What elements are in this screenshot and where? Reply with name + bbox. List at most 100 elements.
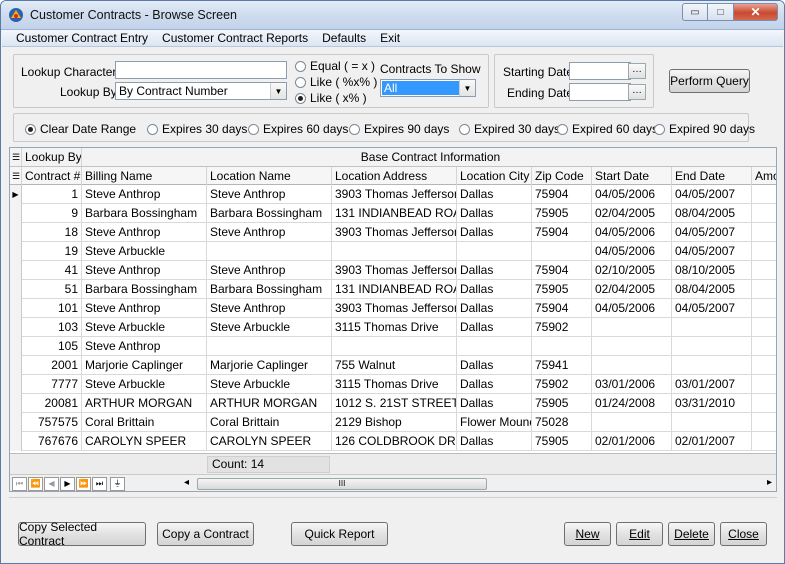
cell-start-date[interactable]: 04/05/2006 <box>592 223 672 242</box>
cell-end-date[interactable]: 08/04/2005 <box>672 280 752 299</box>
table-row[interactable]: 20081 ARTHUR MORGAN ARTHUR MORGAN 1012 S. 2… <box>10 394 776 413</box>
cell-end-date[interactable]: 04/05/2007 <box>672 185 752 204</box>
table-row[interactable]: 41 Steve Anthrop Steve Anthrop 3903 Thomas … <box>10 261 776 280</box>
cell-location-city[interactable]: Dallas <box>457 280 532 299</box>
close-button[interactable]: Close <box>720 522 767 546</box>
row-selector[interactable] <box>10 261 22 280</box>
ending-date-input[interactable] <box>569 83 631 101</box>
cell-end-date[interactable]: 02/01/2007 <box>672 432 752 451</box>
minimize-button[interactable]: ▭ <box>682 3 708 21</box>
cell-location-name[interactable]: ARTHUR MORGAN <box>207 394 332 413</box>
cell-billing-name[interactable]: Barbara Bossingham <box>82 280 207 299</box>
row-selector[interactable] <box>10 337 22 356</box>
perform-query-button[interactable]: Perform Query <box>669 69 750 93</box>
cell-location-name[interactable]: Steve Anthrop <box>207 299 332 318</box>
cell-billing-name[interactable]: Coral Brittain <box>82 413 207 432</box>
table-row[interactable]: 19 Steve Arbuckle 04/05/2006 04/05/2007 <box>10 242 776 261</box>
quick-report-button[interactable]: Quick Report <box>291 522 388 546</box>
column-header-location-address[interactable]: Location Address <box>332 167 457 185</box>
cell-contract-number[interactable]: 18 <box>22 223 82 242</box>
column-header-start-date[interactable]: Start Date <box>592 167 672 185</box>
column-header-end-date[interactable]: End Date <box>672 167 752 185</box>
contracts-to-show-select[interactable]: All ▼ <box>380 79 476 97</box>
cell-billing-name[interactable]: Steve Arbuckle <box>82 375 207 394</box>
table-row[interactable]: 2001 Marjorie Caplinger Marjorie Caplinger… <box>10 356 776 375</box>
menu-customer-contract-entry[interactable]: Customer Contract Entry <box>16 31 148 45</box>
cell-zip-code[interactable]: 75941 <box>532 356 592 375</box>
cell-billing-name[interactable]: Steve Anthrop <box>82 185 207 204</box>
table-row[interactable]: 51 Barbara Bossingham Barbara Bossingham 13… <box>10 280 776 299</box>
column-header-location-name[interactable]: Location Name <box>207 167 332 185</box>
table-row[interactable]: 105 Steve Anthrop <box>10 337 776 356</box>
cell-location-name[interactable] <box>207 337 332 356</box>
starting-date-input[interactable] <box>569 62 631 80</box>
cell-location-address[interactable]: 1012 S. 21ST STREET <box>332 394 457 413</box>
cell-amount[interactable] <box>752 394 776 413</box>
cell-location-address[interactable]: 3903 Thomas Jefferson <box>332 185 457 204</box>
cell-start-date[interactable] <box>592 356 672 375</box>
cell-amount[interactable] <box>752 242 776 261</box>
edit-button[interactable]: Edit <box>616 522 663 546</box>
cell-end-date[interactable]: 03/01/2007 <box>672 375 752 394</box>
title-bar[interactable]: Customer Contracts - Browse Screen ▭ □ ✕ <box>1 1 784 30</box>
cell-end-date[interactable]: 04/05/2007 <box>672 223 752 242</box>
cell-location-city[interactable]: Dallas <box>457 394 532 413</box>
cell-billing-name[interactable]: Steve Anthrop <box>82 337 207 356</box>
row-selector[interactable] <box>10 299 22 318</box>
cell-zip-code[interactable]: 75904 <box>532 185 592 204</box>
column-chooser-icon[interactable]: ☰ <box>10 167 22 185</box>
cell-location-name[interactable]: Steve Anthrop <box>207 185 332 204</box>
cell-contract-number[interactable]: 51 <box>22 280 82 299</box>
cell-amount[interactable] <box>752 204 776 223</box>
cell-billing-name[interactable]: Steve Arbuckle <box>82 242 207 261</box>
expires-30-radio[interactable]: Expires 30 days <box>147 122 247 136</box>
cell-location-address[interactable]: 3903 Thomas Jefferson <box>332 299 457 318</box>
cell-zip-code[interactable]: 75902 <box>532 375 592 394</box>
close-window-button[interactable]: ✕ <box>734 3 778 21</box>
cell-start-date[interactable]: 04/05/2006 <box>592 242 672 261</box>
cell-contract-number[interactable]: 757575 <box>22 413 82 432</box>
cell-location-city[interactable]: Dallas <box>457 375 532 394</box>
row-selector[interactable] <box>10 375 22 394</box>
table-row[interactable]: 767676 CAROLYN SPEER CAROLYN SPEER 126 COLD… <box>10 432 776 451</box>
cell-zip-code[interactable] <box>532 242 592 261</box>
cell-contract-number[interactable]: 101 <box>22 299 82 318</box>
copy-selected-contract-button[interactable]: Copy Selected Contract <box>18 520 146 548</box>
column-header-zip-code[interactable]: Zip Code <box>532 167 592 185</box>
cell-contract-number[interactable]: 105 <box>22 337 82 356</box>
cell-end-date[interactable]: 04/05/2007 <box>672 299 752 318</box>
cell-start-date[interactable]: 02/01/2006 <box>592 432 672 451</box>
cell-zip-code[interactable]: 75905 <box>532 432 592 451</box>
cell-start-date[interactable]: 04/05/2006 <box>592 185 672 204</box>
cell-zip-code[interactable]: 75904 <box>532 261 592 280</box>
row-selector[interactable] <box>10 356 22 375</box>
expires-90-radio[interactable]: Expires 90 days <box>349 122 449 136</box>
cell-location-address[interactable]: 131 INDIANBEAD ROAD <box>332 280 457 299</box>
cell-amount[interactable] <box>752 299 776 318</box>
expired-30-radio[interactable]: Expired 30 days <box>459 122 560 136</box>
expired-90-radio[interactable]: Expired 90 days <box>654 122 755 136</box>
cell-billing-name[interactable]: Steve Anthrop <box>82 261 207 280</box>
column-header-billing-name[interactable]: Billing Name <box>82 167 207 185</box>
cell-contract-number[interactable]: 9 <box>22 204 82 223</box>
cell-location-address[interactable]: 3115 Thomas Drive <box>332 318 457 337</box>
prev-page-icon[interactable]: ⏪ <box>28 477 43 491</box>
row-selector[interactable] <box>10 432 22 451</box>
cell-location-name[interactable]: Barbara Bossingham <box>207 280 332 299</box>
cell-location-name[interactable]: Steve Anthrop <box>207 261 332 280</box>
cell-zip-code[interactable]: 75904 <box>532 299 592 318</box>
cell-amount[interactable] <box>752 337 776 356</box>
ending-date-picker-button[interactable]: … <box>628 84 646 100</box>
match-like-starts-radio[interactable]: Like ( x% ) <box>295 91 367 105</box>
next-record-icon[interactable]: ▶ <box>60 477 75 491</box>
starting-date-picker-button[interactable]: … <box>628 63 646 79</box>
row-selector[interactable] <box>10 280 22 299</box>
cell-contract-number[interactable]: 2001 <box>22 356 82 375</box>
scroll-left-icon[interactable]: ◂ <box>184 477 189 488</box>
cell-amount[interactable] <box>752 432 776 451</box>
cell-location-name[interactable]: Steve Anthrop <box>207 223 332 242</box>
cell-billing-name[interactable]: ARTHUR MORGAN <box>82 394 207 413</box>
expires-60-radio[interactable]: Expires 60 days <box>248 122 348 136</box>
cell-zip-code[interactable]: 75905 <box>532 204 592 223</box>
cell-billing-name[interactable]: CAROLYN SPEER <box>82 432 207 451</box>
